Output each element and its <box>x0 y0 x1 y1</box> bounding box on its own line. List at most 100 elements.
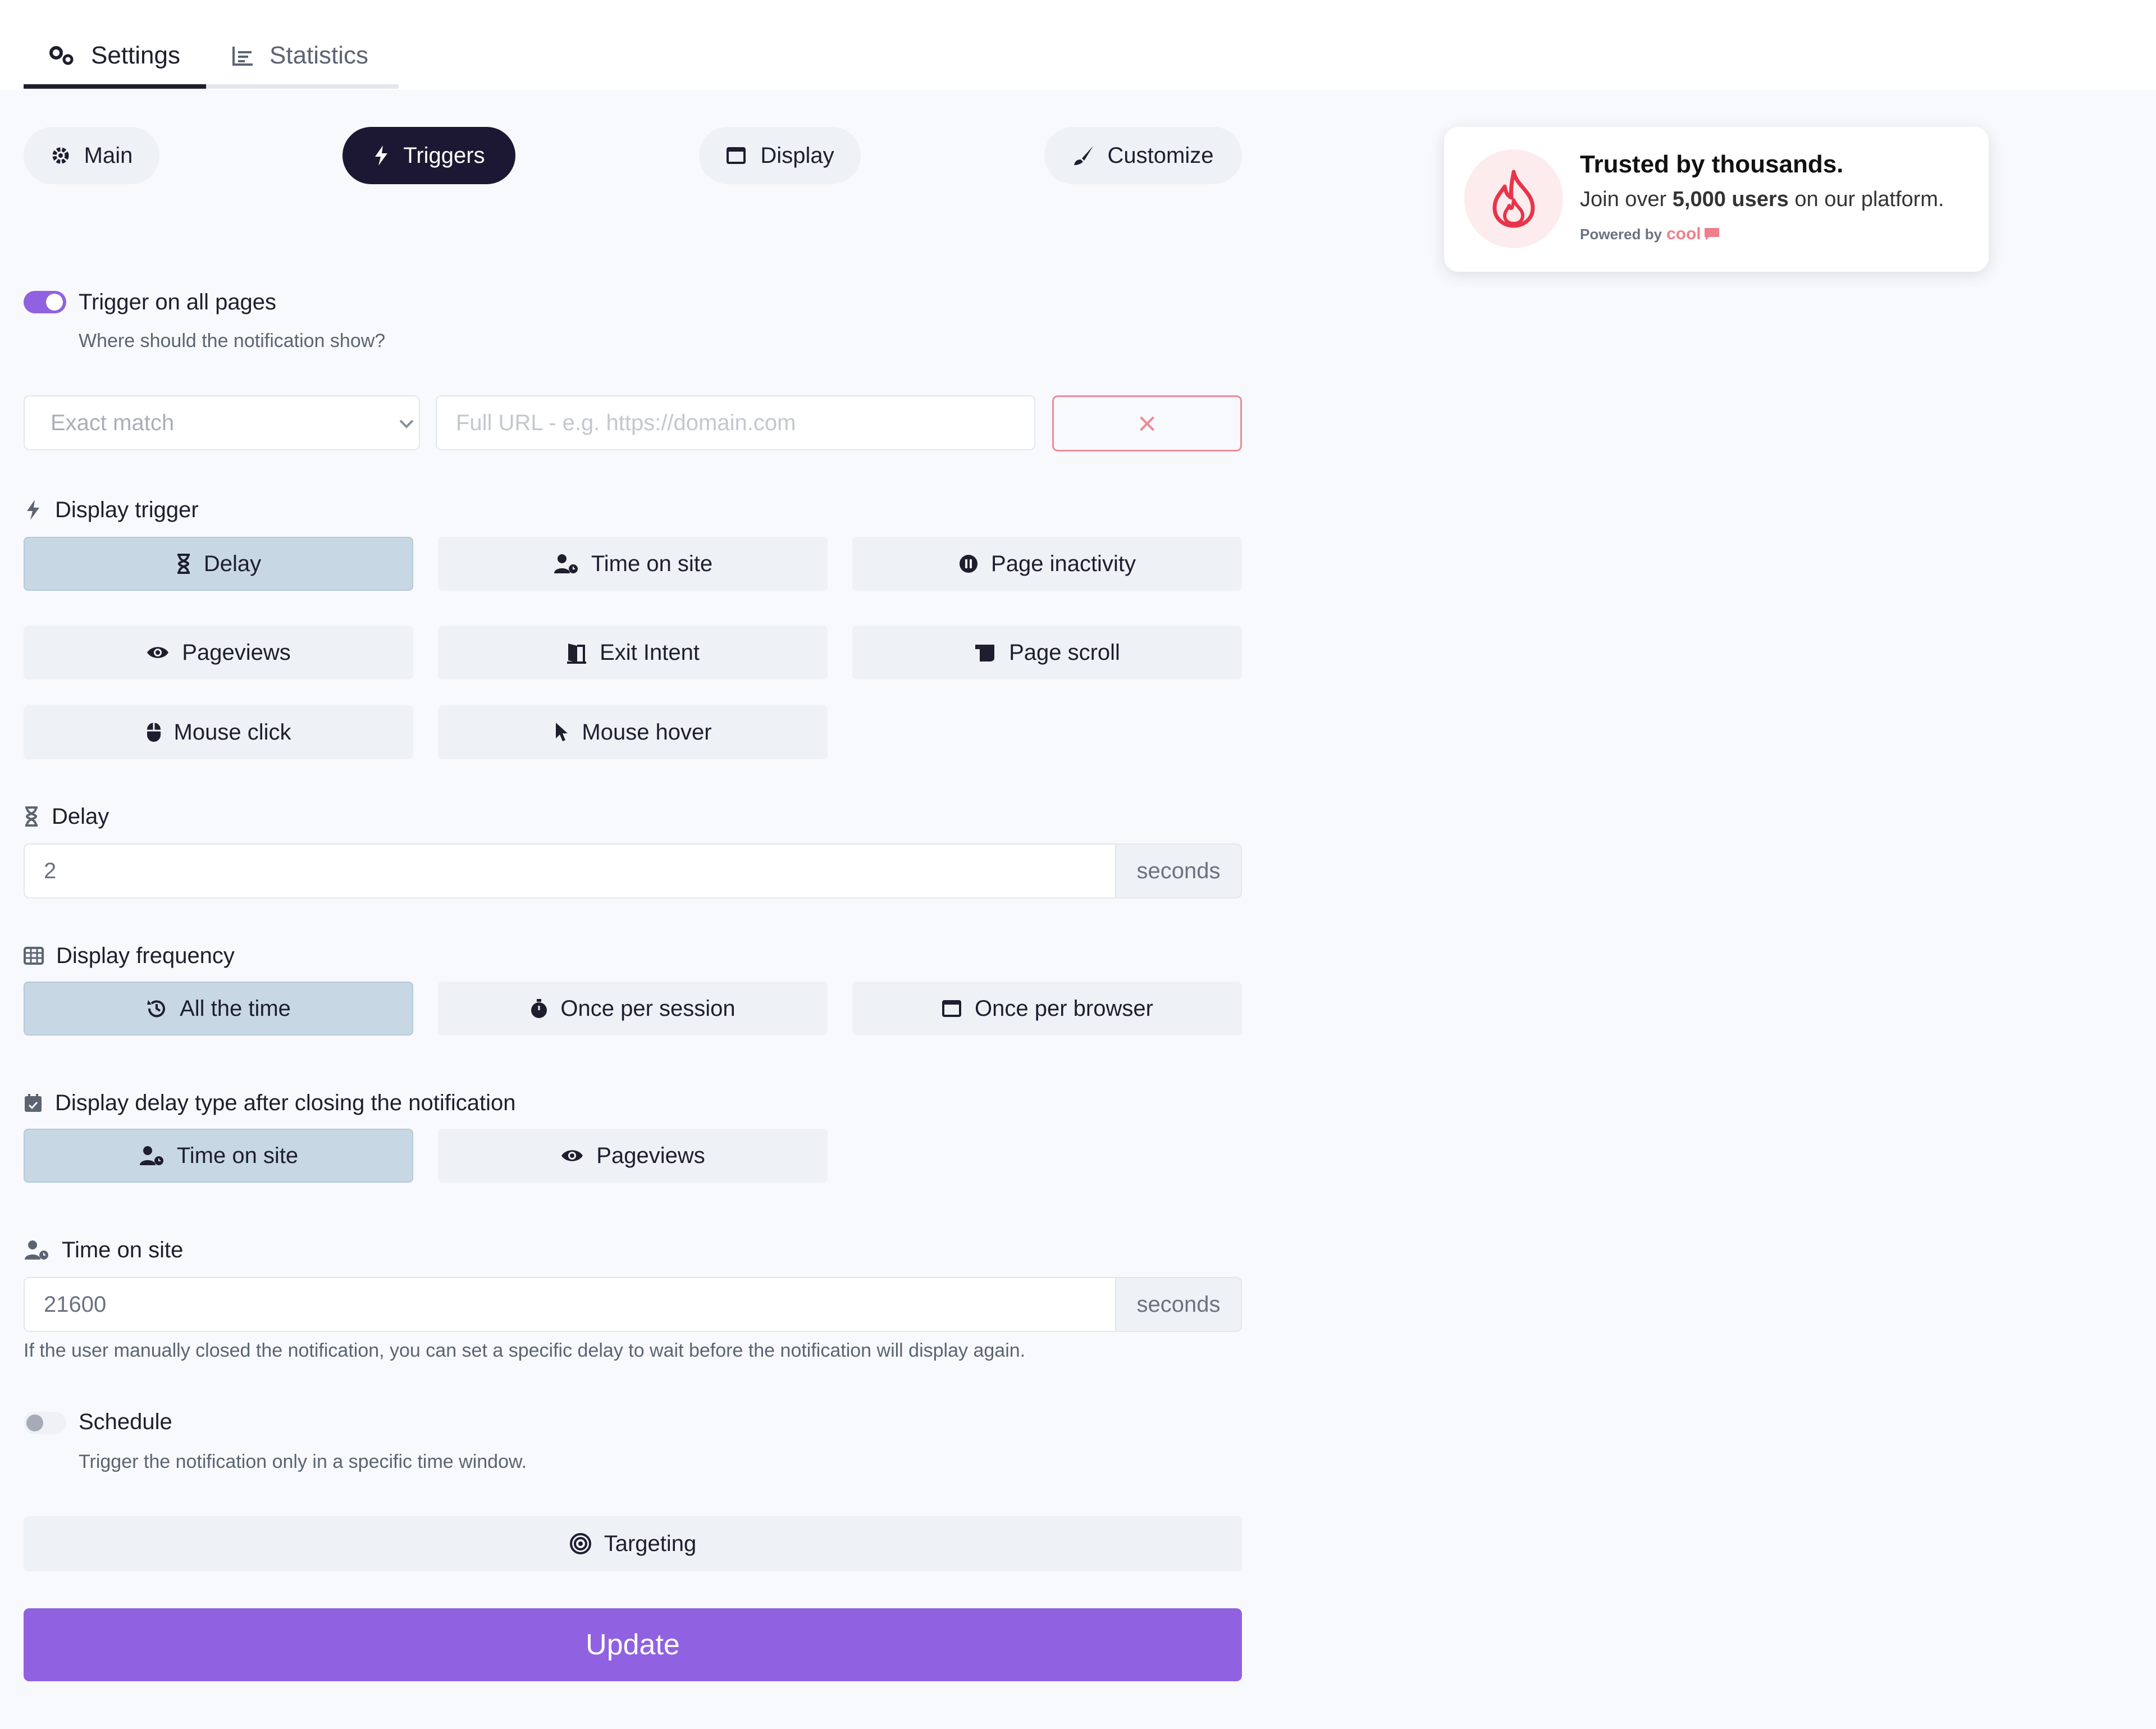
update-button-label: Update <box>586 1628 680 1661</box>
delay-input-value: 2 <box>44 858 57 883</box>
trigger-option-page-scroll[interactable]: Page scroll <box>852 626 1242 679</box>
bullseye-icon <box>569 1533 591 1554</box>
preview-title: Trusted by thousands. <box>1580 150 1844 178</box>
subtab-display[interactable]: Display <box>699 127 861 184</box>
flame-icon <box>1492 170 1535 228</box>
gears-icon <box>49 46 74 65</box>
frequency-option-all-the-time[interactable]: All the time <box>24 982 413 1035</box>
trigger-option-page-inactivity[interactable]: Page inactivity <box>852 537 1242 591</box>
trigger-option-pageviews-label: Pageviews <box>182 640 291 665</box>
tab-statistics-underline <box>206 84 399 89</box>
frequency-option-once-per-session-label: Once per session <box>560 996 736 1021</box>
cursor-icon <box>556 723 568 741</box>
time-on-site-help: If the user manually closed the notifica… <box>24 1340 1026 1361</box>
brand-name: cool <box>1666 225 1701 243</box>
trigger-all-label: Trigger on all pages <box>79 289 277 314</box>
bar-chart-icon <box>232 47 253 66</box>
delay-type-option-time-on-site[interactable]: Time on site <box>24 1129 413 1183</box>
trigger-option-time-on-site-label: Time on site <box>591 551 713 576</box>
trigger-option-mouse-click[interactable]: Mouse click <box>24 705 413 759</box>
trigger-option-page-scroll-label: Page scroll <box>1009 640 1120 665</box>
schedule-help: Trigger the notification only in a speci… <box>79 1451 527 1472</box>
preview-text-post: on our platform. <box>1794 188 1944 211</box>
paint-brush-icon <box>1074 146 1093 165</box>
time-on-site-unit: seconds <box>1116 1277 1242 1332</box>
user-clock-icon <box>25 1240 48 1260</box>
stopwatch-icon <box>531 999 547 1018</box>
hourglass-icon <box>177 554 190 574</box>
match-type-select[interactable]: Exact match <box>24 395 420 450</box>
frequency-option-once-per-browser-label: Once per browser <box>975 996 1153 1021</box>
trigger-option-time-on-site[interactable]: Time on site <box>438 537 828 591</box>
toggle-knob <box>26 1415 43 1431</box>
preview-image <box>1464 149 1563 248</box>
subtab-customize-label: Customize <box>1107 143 1214 168</box>
trigger-option-mouse-hover-label: Mouse hover <box>582 719 712 745</box>
trigger-option-exit-intent[interactable]: Exit Intent <box>438 626 828 679</box>
bolt-icon <box>27 500 39 520</box>
window-icon <box>727 147 746 164</box>
trigger-option-exit-intent-label: Exit Intent <box>600 640 700 665</box>
trigger-option-pageviews[interactable]: Pageviews <box>24 626 413 679</box>
trigger-option-mouse-hover[interactable]: Mouse hover <box>438 705 828 759</box>
preview-text-pre: Join over <box>1580 188 1667 211</box>
time-on-site-label: Time on site <box>24 1234 183 1266</box>
delay-type-option-pageviews[interactable]: Pageviews <box>438 1129 828 1183</box>
subtab-triggers[interactable]: Triggers <box>342 127 515 184</box>
powered-by[interactable]: Powered by cool <box>1580 225 1720 244</box>
schedule-label: Schedule <box>79 1409 172 1434</box>
url-input[interactable]: Full URL - e.g. https://domain.com <box>436 395 1035 450</box>
trigger-all-help: Where should the notification show? <box>79 330 386 352</box>
schedule-toggle[interactable] <box>24 1412 66 1434</box>
powered-by-label: Powered by <box>1580 225 1662 243</box>
user-clock-icon <box>139 1146 163 1165</box>
display-trigger-label: Display trigger <box>24 494 199 526</box>
mouse-icon <box>147 723 161 742</box>
chat-bubble-icon <box>1704 228 1719 240</box>
calendar-check-icon <box>25 1094 42 1112</box>
tab-statistics[interactable]: Statistics <box>231 22 368 89</box>
url-input-placeholder: Full URL - e.g. https://domain.com <box>456 410 796 435</box>
targeting-button[interactable]: Targeting <box>24 1516 1242 1571</box>
tab-statistics-label: Statistics <box>270 42 369 69</box>
time-on-site-label-text: Time on site <box>62 1237 184 1262</box>
pause-circle-icon <box>960 555 978 573</box>
toggle-knob <box>46 294 63 311</box>
delay-type-option-pageviews-label: Pageviews <box>596 1143 705 1168</box>
delay-label-text: Delay <box>52 804 109 829</box>
preview-text: Join over 5,000 users on our platform. <box>1580 188 1944 212</box>
frequency-option-all-the-time-label: All the time <box>180 996 291 1021</box>
gear-icon <box>52 147 69 164</box>
bolt-icon <box>375 145 388 166</box>
targeting-button-label: Targeting <box>604 1531 697 1556</box>
subtab-customize[interactable]: Customize <box>1044 127 1242 184</box>
remove-url-button[interactable]: × <box>1052 395 1242 451</box>
hourglass-icon <box>25 806 38 827</box>
frequency-label: Display frequency <box>24 940 235 971</box>
close-icon: × <box>1138 405 1157 442</box>
trigger-option-delay[interactable]: Delay <box>24 537 413 591</box>
table-icon <box>24 947 44 965</box>
time-on-site-input-value: 21600 <box>44 1292 107 1317</box>
subtab-main[interactable]: Main <box>24 127 159 184</box>
subtab-display-label: Display <box>760 143 834 168</box>
tab-settings-label: Settings <box>91 42 180 69</box>
eye-icon <box>561 1150 583 1161</box>
scroll-icon <box>975 645 995 662</box>
delay-type-label-text: Display delay type after closing the not… <box>55 1090 516 1115</box>
trigger-option-page-inactivity-label: Page inactivity <box>991 551 1136 576</box>
frequency-option-once-per-session[interactable]: Once per session <box>438 982 828 1035</box>
time-on-site-input[interactable]: 21600 <box>24 1277 1116 1332</box>
trigger-option-delay-label: Delay <box>203 551 262 576</box>
delay-unit: seconds <box>1116 843 1242 898</box>
window-icon <box>942 1000 962 1017</box>
frequency-option-once-per-browser[interactable]: Once per browser <box>852 982 1242 1035</box>
delay-input[interactable]: 2 <box>24 843 1116 898</box>
tab-settings-underline <box>24 84 206 89</box>
chevron-down-icon <box>399 419 414 428</box>
frequency-label-text: Display frequency <box>56 943 235 968</box>
history-icon <box>147 1000 166 1018</box>
update-button[interactable]: Update <box>24 1608 1242 1681</box>
tab-settings[interactable]: Settings <box>47 22 180 89</box>
trigger-all-toggle[interactable] <box>24 291 66 313</box>
